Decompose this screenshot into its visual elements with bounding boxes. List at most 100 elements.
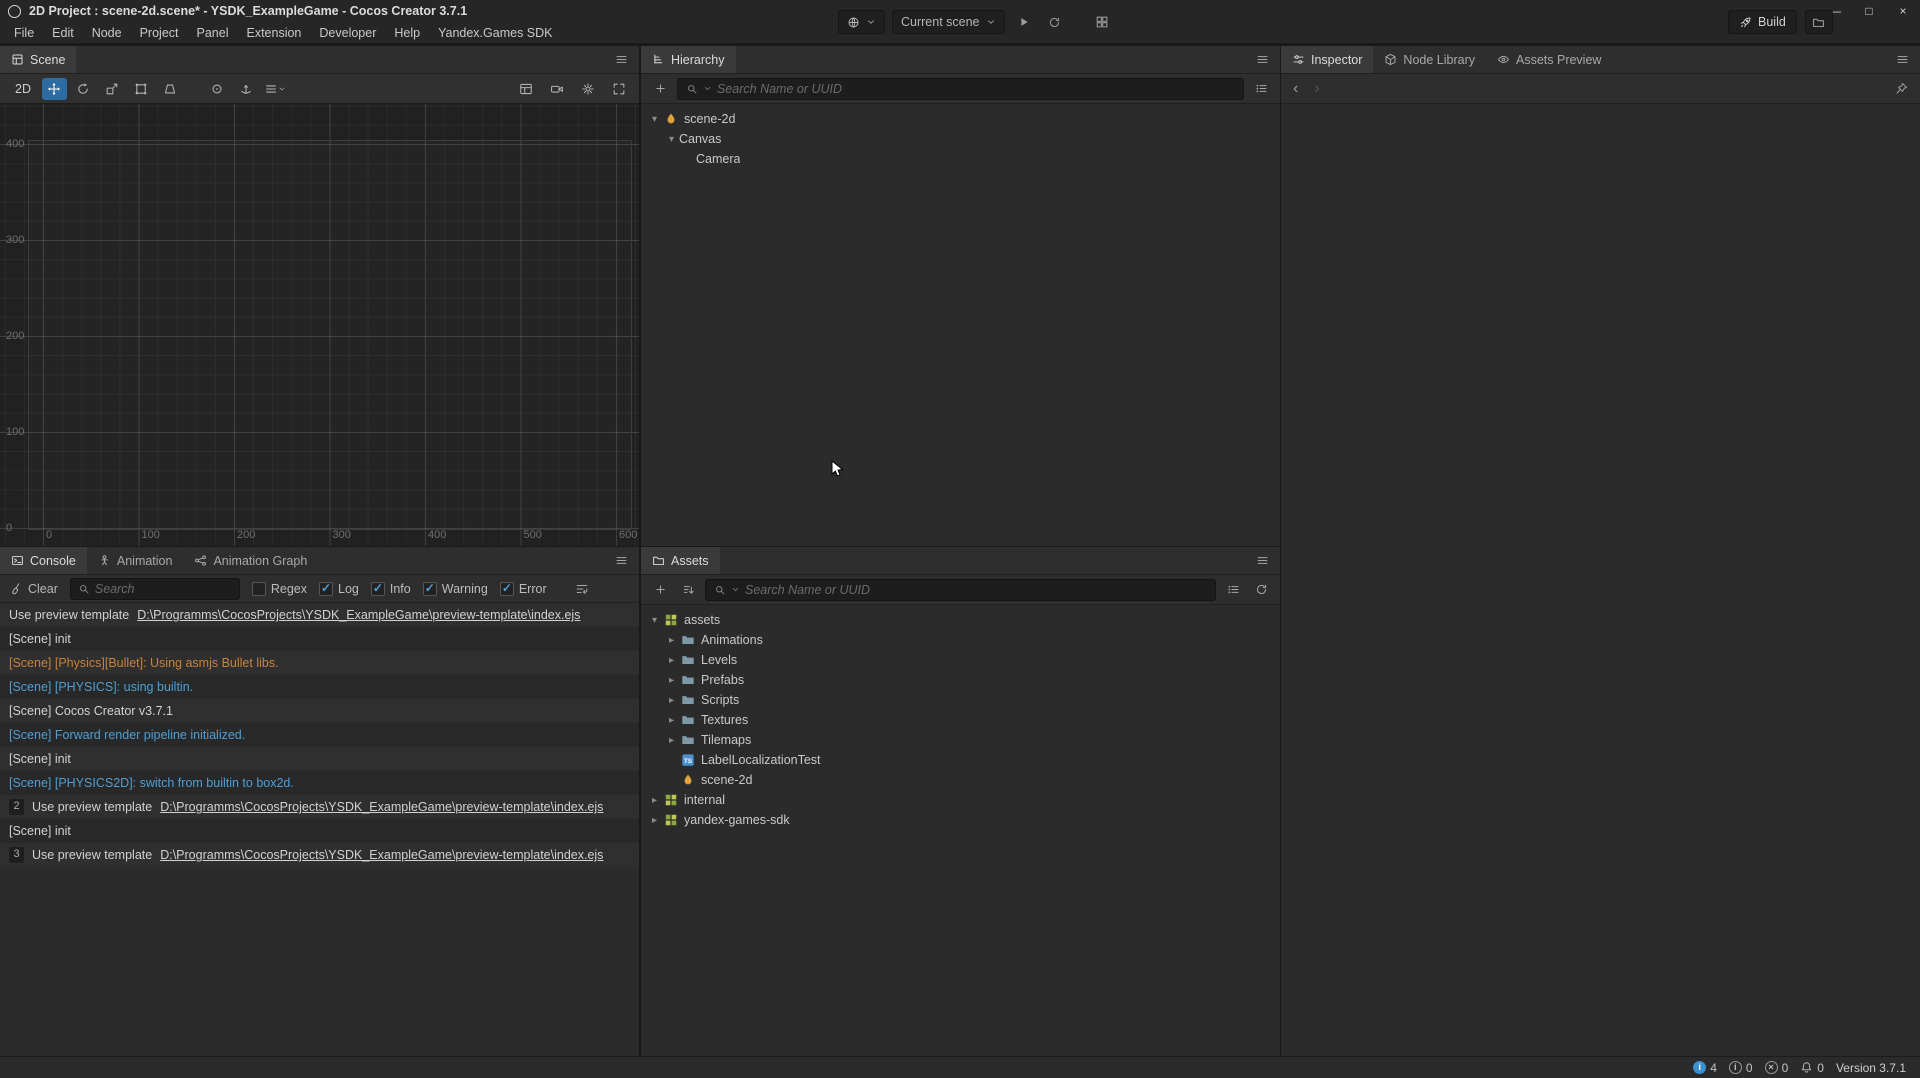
rect-tool-button[interactable] [129,78,154,100]
asset-item-internal[interactable]: ▸internal [641,790,1280,810]
expander-closed-icon[interactable]: ▸ [664,715,679,726]
menu-developer[interactable]: Developer [310,22,385,43]
hierarchy-node-canvas[interactable]: ▾Canvas [641,129,1280,149]
menu-panel[interactable]: Panel [188,22,238,43]
pin-icon[interactable] [1895,82,1908,95]
asset-item-prefabs[interactable]: ▸Prefabs [641,670,1280,690]
checkbox-warning[interactable] [423,582,437,596]
menu-project[interactable]: Project [131,22,188,43]
camera-align-button[interactable] [544,78,569,100]
tab-animation[interactable]: Animation [87,547,184,574]
status-error[interactable]: ×0 [1765,1061,1789,1075]
expander-closed-icon[interactable]: ▸ [647,815,662,826]
checkbox-regex[interactable] [252,582,266,596]
tab-console[interactable]: Console [0,547,87,574]
maximize-button[interactable]: □ [1852,0,1886,22]
scene-select[interactable]: Current scene [892,10,1005,34]
layout-button[interactable] [1090,10,1114,34]
expander-open-icon[interactable]: ▾ [647,615,662,626]
coordinate-toggle-button[interactable] [234,78,259,100]
tab-node-library[interactable]: Node Library [1373,46,1486,73]
rotate-tool-button[interactable] [71,78,96,100]
menu-help[interactable]: Help [385,22,429,43]
expander-closed-icon[interactable]: ▸ [647,795,662,806]
transform-tool-button[interactable] [158,78,183,100]
refresh-button[interactable] [1043,10,1067,34]
scene-viewport[interactable]: 4003002001000 0100200300400500600 [0,104,639,546]
log-file-link[interactable]: D:\Programms\CocosProjects\YSDK_ExampleG… [160,800,603,814]
menu-node[interactable]: Node [83,22,131,43]
asset-item-assets[interactable]: ▾assets [641,610,1280,630]
mode-2d-toggle[interactable]: 2D [8,82,38,96]
status-notification[interactable]: 0 [1800,1061,1824,1075]
preview-target-select[interactable] [838,10,885,34]
filter-warning[interactable]: Warning [423,582,488,596]
assets-panel-menu-button[interactable] [1244,547,1280,574]
tab-animation-graph[interactable]: Animation Graph [183,547,318,574]
split-view-button[interactable] [606,78,631,100]
hierarchy-search-input[interactable] [717,82,1235,96]
menu-file[interactable]: File [5,22,43,43]
close-button[interactable]: × [1886,0,1920,22]
hierarchy-search[interactable] [677,78,1244,100]
expander-closed-icon[interactable]: ▸ [664,695,679,706]
asset-item-labellocalizationtest[interactable]: TSLabelLocalizationTest [641,750,1280,770]
create-asset-button[interactable] [649,579,671,601]
scale-tool-button[interactable] [100,78,125,100]
expander-closed-icon[interactable]: ▸ [664,735,679,746]
filter-log[interactable]: Log [319,582,359,596]
assets-search-input[interactable] [745,583,1207,597]
expander-closed-icon[interactable]: ▸ [664,635,679,646]
play-button[interactable] [1012,10,1036,34]
wrap-lines-button[interactable] [575,582,589,596]
tab-scene[interactable]: Scene [0,46,76,73]
status-info[interactable]: i4 [1693,1061,1717,1075]
tab-assets-preview[interactable]: Assets Preview [1486,46,1612,73]
checkbox-error[interactable] [500,582,514,596]
expander-closed-icon[interactable]: ▸ [664,675,679,686]
menu-edit[interactable]: Edit [43,22,83,43]
snap-settings-button[interactable] [263,78,288,100]
menu-extension[interactable]: Extension [237,22,310,43]
build-button[interactable]: Build [1728,10,1797,34]
scene-panel-menu-button[interactable] [603,46,639,73]
hierarchy-list-options-button[interactable] [1250,78,1272,100]
assets-search[interactable] [705,579,1216,601]
clear-console-button[interactable]: Clear [10,582,58,596]
tab-inspector[interactable]: Inspector [1281,46,1373,73]
hierarchy-node-scene-2d[interactable]: ▾scene-2d [641,109,1280,129]
filter-regex[interactable]: Regex [252,582,307,596]
expander-open-icon[interactable]: ▾ [647,114,662,125]
menu-yandex-games-sdk[interactable]: Yandex.Games SDK [429,22,561,43]
tab-hierarchy[interactable]: Hierarchy [641,46,736,73]
assets-sort-button[interactable] [677,579,699,601]
console-panel-menu-button[interactable] [603,547,639,574]
pivot-toggle-button[interactable] [205,78,230,100]
inspector-back-button[interactable]: ‹ [1293,81,1298,97]
inspector-forward-button[interactable]: › [1314,81,1319,97]
expander-open-icon[interactable]: ▾ [664,134,679,145]
asset-item-scene-2d[interactable]: scene-2d [641,770,1280,790]
console-search[interactable] [70,578,240,600]
inspector-panel-menu-button[interactable] [1884,46,1920,73]
view-mode-button[interactable] [513,78,538,100]
hierarchy-panel-menu-button[interactable] [1244,46,1280,73]
open-project-folder-button[interactable] [1805,10,1833,34]
asset-item-tilemaps[interactable]: ▸Tilemaps [641,730,1280,750]
asset-item-animations[interactable]: ▸Animations [641,630,1280,650]
asset-item-textures[interactable]: ▸Textures [641,710,1280,730]
assets-list-options-button[interactable] [1222,579,1244,601]
assets-refresh-button[interactable] [1250,579,1272,601]
hierarchy-node-camera[interactable]: Camera [641,149,1280,169]
checkbox-log[interactable] [319,582,333,596]
log-file-link[interactable]: D:\Programms\CocosProjects\YSDK_ExampleG… [137,608,580,622]
asset-item-scripts[interactable]: ▸Scripts [641,690,1280,710]
move-tool-button[interactable] [42,78,67,100]
console-search-input[interactable] [95,582,232,596]
scene-settings-button[interactable] [575,78,600,100]
asset-item-levels[interactable]: ▸Levels [641,650,1280,670]
expander-closed-icon[interactable]: ▸ [664,655,679,666]
log-file-link[interactable]: D:\Programms\CocosProjects\YSDK_ExampleG… [160,848,603,862]
create-node-button[interactable] [649,78,671,100]
asset-item-yandex-games-sdk[interactable]: ▸yandex-games-sdk [641,810,1280,830]
